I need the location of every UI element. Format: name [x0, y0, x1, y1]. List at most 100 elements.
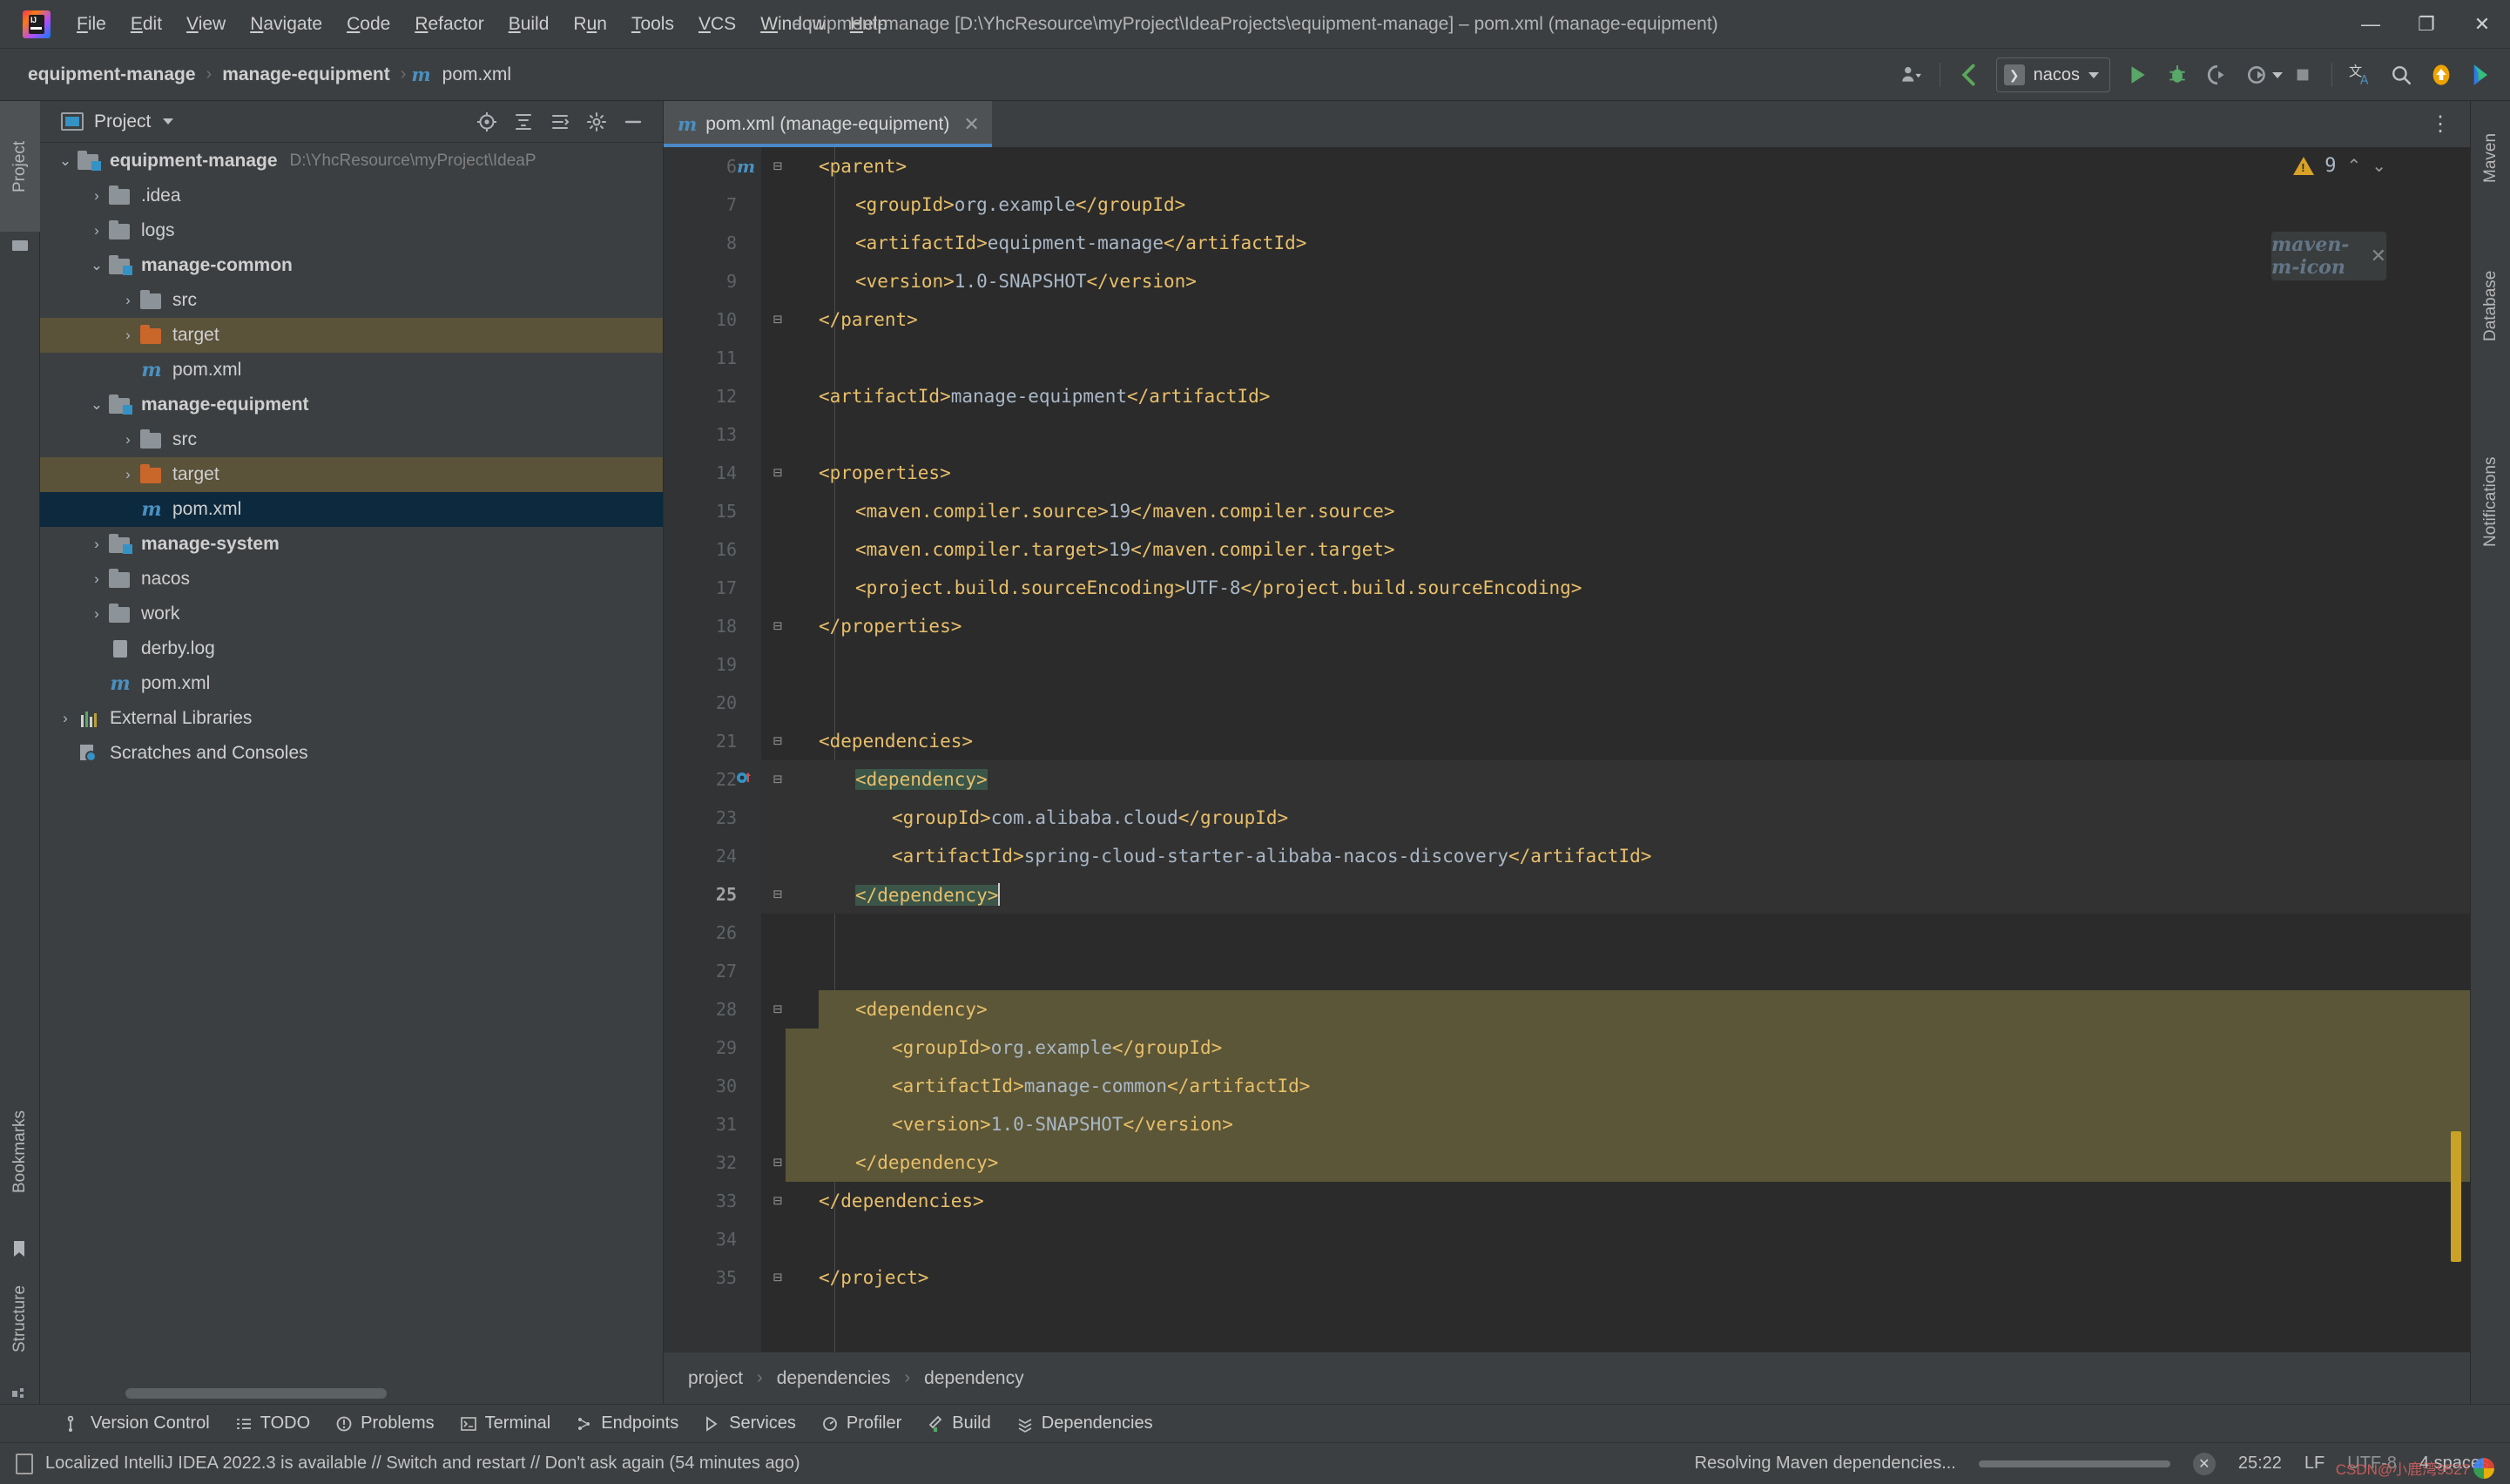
- tree-node-nacos[interactable]: › nacos: [40, 562, 663, 597]
- menu-item-file[interactable]: File: [64, 9, 118, 40]
- editor-breadcrumb[interactable]: project › dependencies › dependency: [664, 1352, 2470, 1404]
- cancel-task-icon[interactable]: ✕: [2192, 1452, 2216, 1475]
- close-icon[interactable]: ✕: [963, 113, 979, 136]
- tree-node-work[interactable]: › work: [40, 597, 663, 631]
- code-line-10[interactable]: 10 ⊟ </parent>: [664, 300, 2470, 339]
- code-line-35[interactable]: 35 ⊟ </project>: [664, 1258, 2470, 1297]
- code-line-11[interactable]: 11: [664, 339, 2470, 377]
- breadcrumb-item-equipment-manage[interactable]: equipment-manage: [23, 61, 201, 89]
- tree-node-external-libraries[interactable]: › External Libraries: [40, 701, 663, 736]
- tree-node-src[interactable]: › src: [40, 283, 663, 318]
- tool-window-services[interactable]: Services: [691, 1409, 808, 1438]
- editor-breadcrumb-item-dependencies[interactable]: dependencies: [777, 1368, 891, 1389]
- sidebar-item-maven[interactable]: Maven: [2471, 101, 2510, 214]
- project-horizontal-scrollbar[interactable]: [40, 1388, 663, 1399]
- code-line-16[interactable]: 16 <maven.compiler.target>19</maven.compi…: [664, 530, 2470, 569]
- tree-node-pom-xml[interactable]: ›m pom.xml: [40, 353, 663, 388]
- maximize-button[interactable]: ❐: [2399, 0, 2454, 49]
- code-fold-icon[interactable]: ⊟: [770, 886, 786, 903]
- chevron-down-icon[interactable]: ⌄: [54, 152, 77, 170]
- tool-window-problems[interactable]: Problems: [322, 1409, 446, 1438]
- maven-gutter-icon[interactable]: m: [737, 156, 756, 177]
- code-fold-icon[interactable]: ⊟: [770, 1192, 786, 1210]
- project-tree[interactable]: ⌄ equipment-manage D:\YhcResource\myProjec…: [40, 144, 663, 1381]
- sidebar-item-database[interactable]: Database: [2471, 232, 2510, 380]
- tool-window-version-control[interactable]: Version Control: [52, 1409, 222, 1438]
- chevron-right-icon[interactable]: ›: [117, 431, 139, 449]
- line-separator[interactable]: LF: [2304, 1454, 2324, 1474]
- tree-node-target[interactable]: › target: [40, 457, 663, 492]
- tree-node-src[interactable]: › src: [40, 422, 663, 457]
- chevron-right-icon[interactable]: ›: [117, 466, 139, 483]
- search-everywhere-icon[interactable]: [2381, 55, 2421, 95]
- code-fold-icon[interactable]: ⊟: [770, 1154, 786, 1171]
- code-line-9[interactable]: 9 <version>1.0-SNAPSHOT</version>: [664, 262, 2470, 300]
- code-fold-icon[interactable]: ⊟: [770, 464, 786, 482]
- editor-breadcrumb-item-project[interactable]: project: [688, 1368, 743, 1389]
- chevron-right-icon[interactable]: ›: [85, 536, 108, 553]
- code-line-34[interactable]: 34: [664, 1220, 2470, 1258]
- code-editor[interactable]: 6 ⊟ <parent> m 7 <groupId>org.example</groupI…: [664, 147, 2470, 1352]
- notification-doc-icon[interactable]: [16, 1453, 33, 1474]
- expand-icon[interactable]: [543, 105, 577, 139]
- chevron-right-icon[interactable]: ›: [85, 570, 108, 588]
- code-line-15[interactable]: 15 <maven.compiler.source>19</maven.compi…: [664, 492, 2470, 530]
- tool-window-todo[interactable]: TODO: [222, 1409, 322, 1438]
- chevron-right-icon[interactable]: ›: [85, 605, 108, 623]
- chevron-down-icon[interactable]: ⌄: [85, 257, 108, 274]
- profile-dropdown-chevron-icon[interactable]: [2272, 71, 2283, 78]
- chevron-right-icon[interactable]: ›: [117, 327, 139, 344]
- code-fold-icon[interactable]: ⊟: [770, 617, 786, 635]
- sidebar-item-structure[interactable]: Structure: [0, 1258, 40, 1379]
- code-line-32[interactable]: 32 ⊟ </dependency>: [664, 1143, 2470, 1182]
- tab-pom-xml[interactable]: m pom.xml (manage-equipment) ✕: [664, 101, 992, 147]
- menu-item-run[interactable]: Run: [561, 9, 619, 40]
- translate-icon[interactable]: 文A: [2341, 55, 2381, 95]
- code-fold-icon[interactable]: ⊟: [770, 311, 786, 328]
- chevron-down-icon[interactable]: ⌄: [85, 396, 108, 414]
- close-button[interactable]: ✕: [2454, 0, 2510, 49]
- breadcrumb-item-manage-equipment[interactable]: manage-equipment: [217, 61, 395, 89]
- code-line-8[interactable]: 8 <artifactId>equipment-manage</artifactI…: [664, 224, 2470, 262]
- more-options-icon[interactable]: ⋮: [2419, 111, 2461, 137]
- code-line-22[interactable]: 22 ⊟ <dependency>: [664, 760, 2470, 799]
- code-fold-icon[interactable]: ⊟: [770, 771, 786, 788]
- settings-gear-icon[interactable]: [579, 105, 614, 139]
- code-line-14[interactable]: 14 ⊟ <properties>: [664, 454, 2470, 492]
- upload-icon[interactable]: [2421, 55, 2461, 95]
- code-line-24[interactable]: 24 <artifactId>spring-cloud-starter-aliba…: [664, 837, 2470, 875]
- code-line-33[interactable]: 33 ⊟ </dependencies>: [664, 1182, 2470, 1220]
- updates-check-icon[interactable]: [1949, 55, 1989, 95]
- code-line-29[interactable]: 29 <groupId>org.example</groupId>: [664, 1029, 2470, 1067]
- menu-item-navigate[interactable]: Navigate: [238, 9, 334, 40]
- tree-node-pom-xml[interactable]: ›m pom.xml: [40, 492, 663, 527]
- code-line-6[interactable]: 6 ⊟ <parent> m: [664, 147, 2470, 186]
- collapse-all-icon[interactable]: [506, 105, 541, 139]
- scope-icon[interactable]: [469, 105, 504, 139]
- code-fold-icon[interactable]: ⊟: [770, 1269, 786, 1286]
- next-problem-icon[interactable]: ⌄: [2372, 155, 2386, 177]
- code-line-17[interactable]: 17 <project.build.sourceEncoding>UTF-8</p…: [664, 569, 2470, 607]
- inspection-widget[interactable]: 9 ⌃ ⌄: [2293, 155, 2386, 177]
- code-line-13[interactable]: 13: [664, 415, 2470, 454]
- debug-icon[interactable]: [2157, 55, 2197, 95]
- tool-window-profiler[interactable]: Profiler: [808, 1409, 914, 1438]
- code-fold-icon[interactable]: ⊟: [770, 158, 786, 175]
- code-lines[interactable]: 6 ⊟ <parent> m 7 <groupId>org.example</groupI…: [664, 147, 2470, 1352]
- menu-item-window[interactable]: Window: [748, 9, 838, 40]
- code-line-19[interactable]: 19: [664, 645, 2470, 684]
- previous-problem-icon[interactable]: ⌃: [2346, 155, 2361, 177]
- menu-item-tools[interactable]: Tools: [619, 9, 686, 40]
- minimize-button[interactable]: —: [2343, 0, 2399, 49]
- code-line-31[interactable]: 31 <version>1.0-SNAPSHOT</version>: [664, 1105, 2470, 1143]
- code-line-18[interactable]: 18 ⊟ </properties>: [664, 607, 2470, 645]
- tree-node-logs[interactable]: › logs: [40, 213, 663, 248]
- tree-node-manage-system[interactable]: › manage-system: [40, 527, 663, 562]
- code-line-23[interactable]: 23 <groupId>com.alibaba.cloud</groupId>: [664, 799, 2470, 837]
- account-icon[interactable]: [1891, 55, 1931, 95]
- chevron-right-icon[interactable]: ›: [85, 222, 108, 239]
- close-icon-popup[interactable]: ✕: [2371, 245, 2386, 267]
- code-line-28[interactable]: 28 ⊟ <dependency>: [664, 990, 2470, 1029]
- tree-node-scratches-and-consoles[interactable]: › Scratches and Consoles: [40, 736, 663, 771]
- menu-item-vcs[interactable]: VCS: [686, 9, 748, 40]
